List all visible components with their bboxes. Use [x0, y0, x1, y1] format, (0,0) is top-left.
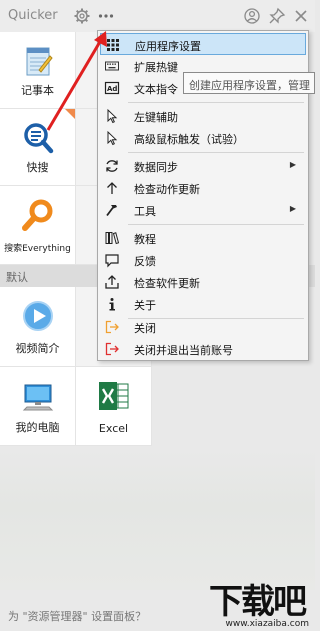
blurred-background	[0, 450, 315, 590]
books-icon	[104, 230, 120, 246]
menu-item-label: 文本指令	[134, 83, 178, 96]
menu-item-label: 左键辅助	[134, 111, 178, 124]
search-icon	[21, 121, 55, 155]
grid-icon	[105, 37, 121, 53]
menu-item-label: 应用程序设置	[135, 40, 201, 53]
menu-item-check-software-updates[interactable]: 检查软件更新	[100, 271, 306, 293]
title-bar: Quicker	[0, 0, 315, 32]
tile-my-computer[interactable]: 我的电脑	[0, 367, 76, 446]
tile-label: 记事本	[21, 84, 54, 97]
user-circle-icon[interactable]	[243, 7, 261, 25]
submenu-arrow-icon: ▶	[289, 204, 296, 213]
menu-item-close[interactable]: 关闭	[100, 316, 306, 338]
watermark-text: 下载吧	[209, 582, 307, 622]
menu-item-label: 关闭并退出当前账号	[134, 344, 233, 357]
logout-icon	[104, 341, 120, 357]
menu-item-label: 高级鼠标触发（试验）	[134, 133, 244, 146]
menu-item-label: 数据同步	[134, 161, 178, 174]
submenu-arrow-icon: ▶	[289, 160, 296, 169]
everything-search-icon	[21, 198, 55, 232]
menu-separator	[128, 152, 304, 153]
hammer-icon	[104, 202, 120, 218]
tooltip-text: 创建应用程序设置，管理	[189, 79, 310, 92]
menu-item-data-sync[interactable]: 数据同步 ▶	[100, 155, 306, 177]
gear-icon[interactable]	[73, 7, 91, 25]
close-icon[interactable]	[292, 7, 310, 25]
tile-everything-search[interactable]: 搜索Everything	[0, 186, 76, 265]
tile-notepad[interactable]: 记事本	[0, 32, 76, 109]
chat-bubble-icon	[104, 252, 120, 268]
watermark-logo: 下载吧 www.xiazaiba.com	[178, 572, 315, 631]
sync-icon	[104, 158, 120, 174]
watermark-url: www.xiazaiba.com	[225, 619, 309, 629]
info-icon	[104, 296, 120, 312]
menu-item-label: 关闭	[134, 322, 156, 335]
tile-excel[interactable]: Excel	[76, 367, 152, 446]
menu-item-feedback[interactable]: 反馈	[100, 249, 306, 271]
menu-separator	[128, 224, 304, 225]
keyboard-icon	[104, 58, 120, 74]
tile-label: 视频简介	[15, 342, 60, 355]
ellipsis-icon[interactable]	[97, 7, 115, 25]
menu-item-label: 检查动作更新	[134, 183, 200, 196]
menu-item-tutorial[interactable]: 教程	[100, 227, 306, 249]
computer-icon	[21, 379, 55, 413]
panel-hint[interactable]: 为 "资源管理器" 设置面板？	[8, 608, 146, 624]
menu-item-close-and-logout[interactable]: 关闭并退出当前账号	[100, 338, 306, 360]
tile-video-intro[interactable]: 视频简介	[0, 287, 76, 367]
tile-quick-search[interactable]: 快搜	[0, 109, 76, 186]
play-icon	[21, 299, 55, 333]
cursor-icon	[104, 108, 120, 124]
excel-icon	[97, 379, 131, 413]
menu-item-label: 检查软件更新	[134, 277, 200, 290]
new-badge	[65, 109, 75, 119]
menu-item-advanced-mouse[interactable]: 高级鼠标触发（试验）	[100, 127, 306, 149]
menu-item-label: 教程	[134, 233, 156, 246]
menu-separator	[128, 102, 304, 103]
menu-item-app-settings[interactable]: 应用程序设置	[100, 33, 306, 55]
notepad-icon	[21, 44, 55, 78]
svg-text:Ad: Ad	[107, 85, 117, 93]
exit-icon	[104, 319, 120, 335]
menu-item-label: 关于	[134, 299, 156, 312]
up-arrow-icon	[104, 180, 120, 196]
tile-label: Excel	[98, 422, 129, 435]
ad-icon: Ad	[104, 80, 120, 96]
menu-item-about[interactable]: 关于	[100, 293, 306, 315]
menu-item-label: 扩展热键	[134, 61, 178, 74]
menu-item-left-click-assist[interactable]: 左键辅助	[100, 105, 306, 127]
section-label: 默认	[6, 271, 28, 284]
menu-item-check-action-updates[interactable]: 检查动作更新	[100, 177, 306, 199]
tile-label: 我的电脑	[15, 421, 60, 434]
menu-item-tools[interactable]: 工具 ▶	[100, 199, 306, 221]
tile-label: 快搜	[26, 161, 49, 174]
menu-item-label: 反馈	[134, 255, 156, 268]
cursor-icon	[104, 130, 120, 146]
upload-icon	[104, 274, 120, 290]
menu-item-label: 工具	[134, 205, 156, 218]
tooltip: 创建应用程序设置，管理	[183, 72, 315, 94]
app-title: Quicker	[8, 8, 58, 23]
pin-icon[interactable]	[268, 7, 286, 25]
tile-label: 搜索Everything	[4, 244, 71, 254]
